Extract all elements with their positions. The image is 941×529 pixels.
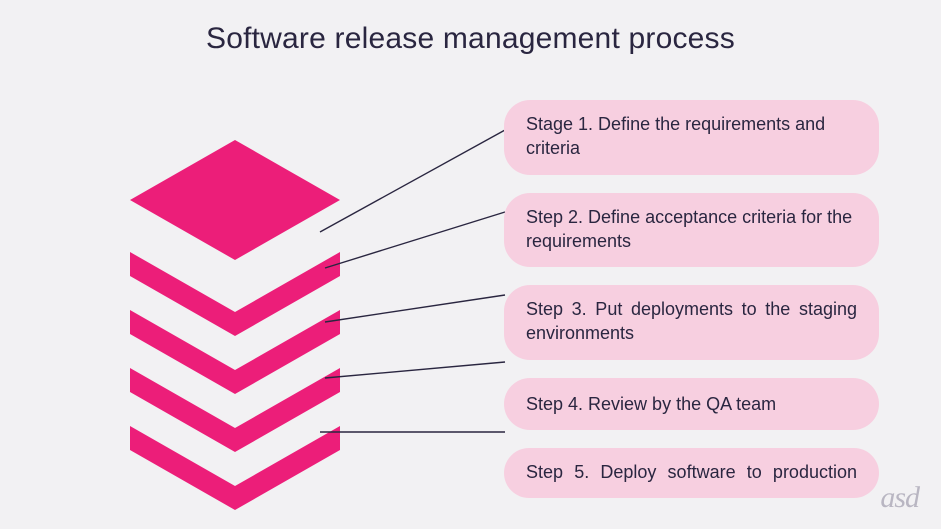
stack-layer-5 [130, 426, 340, 510]
steps-list: Stage 1. Define the requirements and cri… [504, 100, 879, 498]
step-3: Step 3. Put deployments to the staging e… [504, 285, 879, 360]
step-4-label: Step 4. Review by the QA team [526, 392, 857, 416]
stack-layer-1 [130, 140, 340, 260]
step-1: Stage 1. Define the requirements and cri… [504, 100, 879, 175]
layer-stack-icon [130, 140, 340, 480]
step-3-label: Step 3. Put deployments to the staging e… [526, 297, 857, 346]
connector-2 [325, 212, 505, 268]
step-5-label: Step 5. Deploy software to production [526, 460, 857, 484]
step-2-label: Step 2. Define acceptance criteria for t… [526, 205, 857, 254]
connector-3 [325, 295, 505, 322]
connector-4 [325, 362, 505, 378]
page-title: Software release management process [0, 22, 941, 56]
connector-1 [320, 130, 505, 232]
step-5: Step 5. Deploy software to production [504, 448, 879, 498]
step-4: Step 4. Review by the QA team [504, 378, 879, 430]
step-2: Step 2. Define acceptance criteria for t… [504, 193, 879, 268]
step-1-label: Stage 1. Define the requirements and cri… [526, 112, 857, 161]
brand-logo: asd [880, 481, 919, 515]
